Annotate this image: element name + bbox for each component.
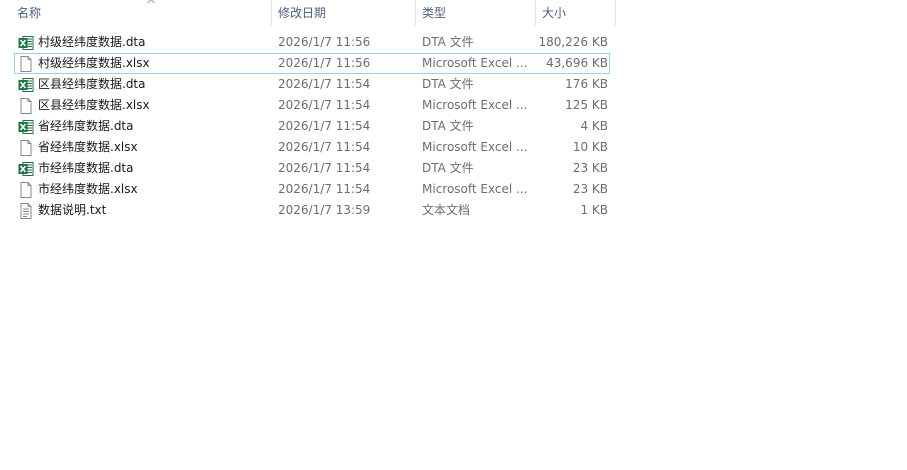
file-modified-date: 2026/1/7 11:54 <box>278 140 371 154</box>
file-name: 市经纬度数据.dta <box>38 161 134 175</box>
excel-icon <box>18 35 34 51</box>
file-row[interactable]: 省经纬度数据.xlsx 2026/1/7 11:54 Microsoft Excel… <box>14 137 610 158</box>
column-name-header[interactable]: 名称 <box>11 0 272 26</box>
file-size: 176 KB <box>565 77 608 91</box>
file-type: DTA 文件 <box>422 161 474 175</box>
file-row[interactable]: 村级经纬度数据.dta 2026/1/7 11:56 DTA 文件 180,226 K… <box>14 32 610 53</box>
file-row[interactable]: 村级经纬度数据.xlsx 2026/1/7 11:56 Microsoft Exce… <box>14 53 610 74</box>
excel-icon <box>18 77 34 93</box>
excel-icon <box>18 119 34 135</box>
column-type-label: 类型 <box>422 6 447 20</box>
file-type: DTA 文件 <box>422 119 474 133</box>
file-name: 村级经纬度数据.dta <box>38 35 146 49</box>
text-file-icon <box>18 203 34 219</box>
file-name: 区县经纬度数据.dta <box>38 77 146 91</box>
column-name-label: 名称 <box>17 6 42 20</box>
file-name: 省经纬度数据.dta <box>38 119 134 133</box>
file-type: DTA 文件 <box>422 35 474 49</box>
file-size: 10 KB <box>572 140 608 154</box>
file-row[interactable]: 市经纬度数据.xlsx 2026/1/7 11:54 Microsoft Excel… <box>14 179 610 200</box>
file-row[interactable]: 区县经纬度数据.xlsx 2026/1/7 11:54 Microsoft Exce… <box>14 95 610 116</box>
column-date-header[interactable]: 修改日期 <box>272 0 416 26</box>
file-size: 125 KB <box>565 98 608 112</box>
file-type: Microsoft Excel ... <box>422 140 528 154</box>
sort-ascending-icon <box>147 0 155 4</box>
file-modified-date: 2026/1/7 11:54 <box>278 119 371 133</box>
file-explorer: 名称 修改日期 类型 大小 村级经纬度数据.dta 2026/1/7 11:56 D… <box>0 0 907 470</box>
file-modified-date: 2026/1/7 11:54 <box>278 182 371 196</box>
file-size: 43,696 KB <box>546 56 608 70</box>
file-type: Microsoft Excel ... <box>422 56 528 70</box>
file-modified-date: 2026/1/7 11:54 <box>278 98 371 112</box>
file-name: 村级经纬度数据.xlsx <box>38 56 150 70</box>
file-modified-date: 2026/1/7 11:54 <box>278 77 371 91</box>
blank-file-icon <box>18 56 34 72</box>
file-name: 省经纬度数据.xlsx <box>38 140 138 154</box>
file-modified-date: 2026/1/7 11:56 <box>278 35 371 49</box>
blank-file-icon <box>18 140 34 156</box>
column-size-label: 大小 <box>542 6 567 20</box>
excel-icon <box>18 161 34 177</box>
file-size: 23 KB <box>572 182 608 196</box>
file-name: 市经纬度数据.xlsx <box>38 182 138 196</box>
column-size-header[interactable]: 大小 <box>536 0 616 26</box>
file-size: 23 KB <box>572 161 608 175</box>
file-type: Microsoft Excel ... <box>422 98 528 112</box>
file-name: 区县经纬度数据.xlsx <box>38 98 150 112</box>
file-size: 4 KB <box>580 119 608 133</box>
file-row[interactable]: 市经纬度数据.dta 2026/1/7 11:54 DTA 文件 23 KB <box>14 158 610 179</box>
file-type: DTA 文件 <box>422 77 474 91</box>
column-header: 名称 修改日期 类型 大小 <box>0 0 616 26</box>
column-date-label: 修改日期 <box>278 6 327 20</box>
file-size: 1 KB <box>580 203 608 217</box>
file-size: 180,226 KB <box>538 35 608 49</box>
blank-file-icon <box>18 182 34 198</box>
file-name: 数据说明.txt <box>38 203 107 217</box>
file-row[interactable]: 省经纬度数据.dta 2026/1/7 11:54 DTA 文件 4 KB <box>14 116 610 137</box>
file-type: Microsoft Excel ... <box>422 182 528 196</box>
file-row[interactable]: 区县经纬度数据.dta 2026/1/7 11:54 DTA 文件 176 KB <box>14 74 610 95</box>
file-modified-date: 2026/1/7 11:54 <box>278 161 371 175</box>
file-row[interactable]: 数据说明.txt 2026/1/7 13:59 文本文档 1 KB <box>14 200 610 221</box>
file-modified-date: 2026/1/7 11:56 <box>278 56 371 70</box>
file-type: 文本文档 <box>422 203 471 217</box>
blank-file-icon <box>18 98 34 114</box>
column-type-header[interactable]: 类型 <box>416 0 536 26</box>
file-modified-date: 2026/1/7 13:59 <box>278 203 371 217</box>
